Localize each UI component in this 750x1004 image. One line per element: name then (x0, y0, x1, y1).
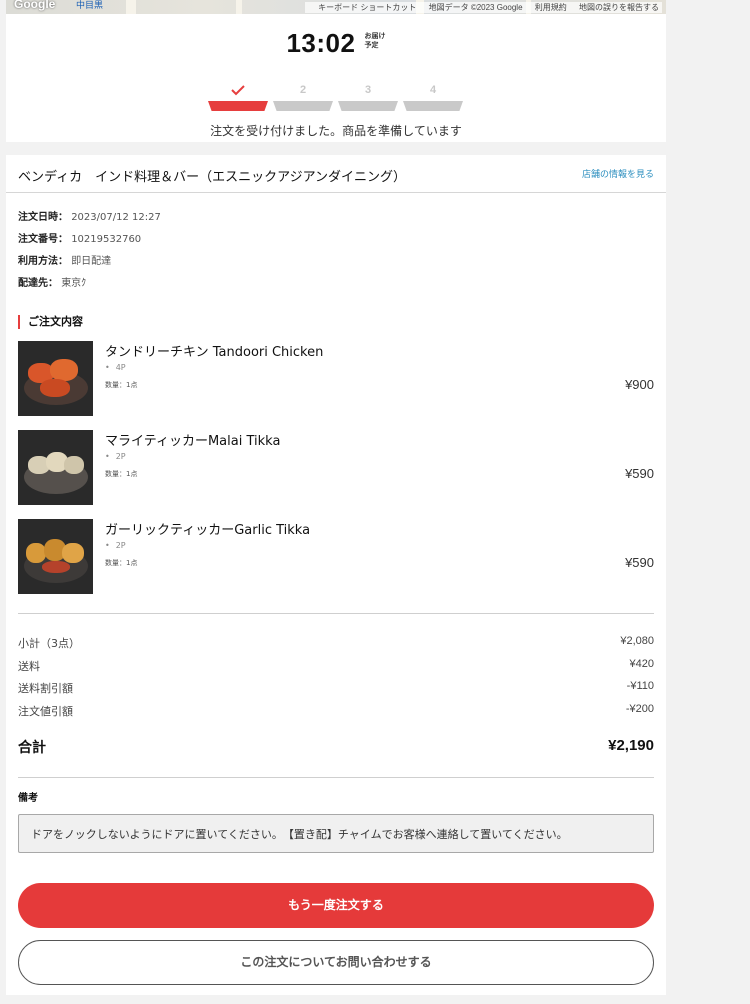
item-option: 2P (105, 541, 126, 550)
report-error-link[interactable]: 地図の誤りを報告する (579, 3, 659, 12)
item-name: マライティッカーMalai Tikka (105, 434, 281, 449)
order-date-row: 注文日時： 2023/07/12 12:27 (18, 212, 161, 223)
inquiry-button[interactable]: この注文についてお問い合わせする (18, 940, 654, 985)
usage-method-row: 利用方法： 即日配達 (18, 256, 112, 267)
eta-label: お届け 予定 (364, 31, 386, 49)
order-number-row: 注文番号： 10219532760 (18, 234, 142, 245)
price-breakdown: 小計（3点） ¥2,080 送料 ¥420 送料割引額 -¥110 注文値引額 … (18, 635, 654, 725)
list-item: タンドリーチキン Tandoori Chicken 4P 数量：1点 ¥900 (18, 341, 654, 430)
status-message: 注文を受け付けました。商品を準備しています (210, 124, 462, 138)
list-item: マライティッカーMalai Tikka 2P 数量：1点 ¥590 (18, 430, 654, 519)
shop-header: ベンディカ インド料理＆バー（エスニックアジアンダイニング） 店舗の情報を見る (6, 155, 666, 193)
notes-label: 備考 (18, 793, 38, 804)
step-bar (273, 101, 333, 111)
step-bar (403, 101, 463, 111)
item-quantity: 数量：1点 (105, 381, 138, 389)
terms-link[interactable]: 利用規約 (535, 3, 567, 12)
subtotal-value: ¥2,080 (620, 635, 654, 647)
order-discount-row: 注文値引額 -¥200 (18, 702, 654, 718)
map-credits: キーボード ショートカット 地図データ ©2023 Google 利用規約 地図… (305, 2, 662, 13)
step-bar (338, 101, 398, 111)
shop-info-link[interactable]: 店舗の情報を見る (582, 167, 654, 180)
step-number: 4 (429, 84, 437, 96)
step-number: 3 (364, 84, 372, 96)
list-item: ガーリックティッカーGarlic Tikka 2P 数量：1点 ¥590 (18, 519, 654, 608)
usage-method: 即日配達 (71, 256, 112, 267)
step-1 (208, 84, 268, 112)
order-number: 10219532760 (71, 234, 142, 245)
divider (18, 777, 654, 778)
item-price: ¥590 (625, 466, 654, 481)
malai-tikka-photo (18, 430, 93, 505)
eta: 13:02 お届け 予定 (6, 28, 666, 59)
map-view[interactable]: Google 中目黒 キーボード ショートカット 地図データ ©2023 Goo… (6, 0, 666, 14)
item-quantity: 数量：1点 (105, 559, 138, 567)
eta-time: 13:02 (286, 28, 356, 58)
delivery-discount-value: -¥110 (626, 680, 654, 692)
delivery-fee-row: 送料 ¥420 (18, 657, 654, 673)
delivery-status-card: 13:02 お届け 予定 2 3 4 注文を受け付けました。商品を準備しています (6, 14, 666, 142)
grand-total-value: ¥2,190 (608, 737, 654, 754)
step-3: 3 (338, 84, 398, 112)
tandoori-chicken-photo (18, 341, 93, 416)
subtotal-row: 小計（3点） ¥2,080 (18, 635, 654, 650)
step-4: 4 (403, 84, 463, 112)
step-bar (208, 101, 268, 111)
item-price: ¥590 (625, 555, 654, 570)
check-icon (231, 85, 245, 96)
item-option: 2P (105, 452, 126, 461)
reorder-button[interactable]: もう一度注文する (18, 883, 654, 928)
delivery-address-row: 配達先： 東京ｸ (18, 278, 87, 289)
map-station-label: 中目黒 (76, 1, 104, 11)
order-detail-card: ベンディカ インド料理＆バー（エスニックアジアンダイニング） 店舗の情報を見る … (6, 155, 666, 995)
shop-name: ベンディカ インド料理＆バー（エスニックアジアンダイニング） (18, 170, 407, 185)
item-name: タンドリーチキン Tandoori Chicken (105, 345, 324, 360)
grand-total-row: 合計 ¥2,190 (18, 737, 654, 759)
item-price: ¥900 (625, 377, 654, 392)
order-meta: 注文日時： 2023/07/12 12:27 注文番号： 10219532760… (18, 211, 161, 299)
notes-box: ドアをノックしないようにドアに置いてください。 【置き配】チャイムでお客様へ連絡… (18, 814, 654, 853)
garlic-tikka-photo (18, 519, 93, 594)
grand-total-label: 合計 (18, 740, 46, 756)
step-2: 2 (273, 84, 333, 112)
order-discount-value: -¥200 (625, 702, 654, 715)
delivery-fee-value: ¥420 (629, 657, 654, 670)
order-date: 2023/07/12 12:27 (71, 212, 161, 223)
delivery-discount-row: 送料割引額 -¥110 (18, 680, 654, 695)
item-name: ガーリックティッカーGarlic Tikka (105, 523, 311, 538)
map-data-label: 地図データ ©2023 Google (428, 3, 523, 12)
order-contents-title: ご注文内容 (18, 315, 83, 329)
delivery-address: 東京ｸ (61, 278, 87, 289)
keyboard-shortcuts-link[interactable]: キーボード ショートカット (318, 3, 416, 12)
item-quantity: 数量：1点 (105, 470, 138, 478)
step-number: 2 (299, 84, 307, 96)
divider (18, 613, 654, 614)
progress-steps: 2 3 4 (208, 84, 468, 114)
google-logo: Google (14, 0, 56, 11)
item-option: 4P (105, 363, 126, 372)
order-items: タンドリーチキン Tandoori Chicken 4P 数量：1点 ¥900 … (18, 341, 654, 608)
